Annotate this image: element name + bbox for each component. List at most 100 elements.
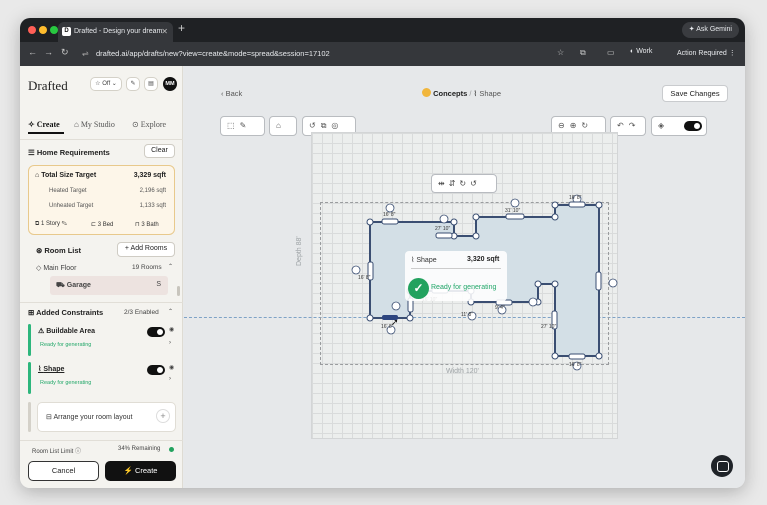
status-dot-icon [169, 447, 174, 452]
story-label: 1 Story [40, 221, 60, 227]
edit-pencil-icon[interactable]: ✎ [126, 77, 140, 91]
shape-popover-label: ⌇ Shape [411, 256, 437, 264]
room-list-limit[interactable]: Room List Limit ⓘ [32, 446, 81, 455]
arrange-text: Arrange your room layout [53, 414, 133, 421]
add-vertex-plus-icon[interactable] [608, 278, 618, 288]
buildable-status: Ready for generating [40, 342, 92, 348]
vertex-handle[interactable] [472, 232, 480, 240]
tab-bar: D Drafted - Design your dream ✕ + ✦ Ask … [20, 18, 745, 42]
avatar[interactable]: MM [163, 77, 177, 91]
garage-size[interactable]: S [156, 281, 161, 288]
add-vertex-plus-icon[interactable] [385, 203, 395, 213]
constraint-buildable-area[interactable]: ⚠ Buildable Area ◉ Ready for generating … [28, 324, 178, 356]
tab-explore[interactable]: ⊙ Explore [132, 120, 166, 129]
tab-create-label: Create [36, 120, 60, 129]
vertex-handle[interactable] [595, 352, 603, 360]
tab-close-icon[interactable]: ✕ [161, 22, 168, 42]
extensions-icon[interactable]: ⧉ [580, 48, 586, 58]
constraint-shape[interactable]: ⌇ Shape ◉ Ready for generating › [28, 362, 178, 394]
minimize-window-icon[interactable] [39, 26, 47, 34]
edge-handle[interactable] [595, 271, 602, 291]
vertex-handle[interactable] [595, 201, 603, 209]
profile-label: Work [636, 48, 653, 55]
close-window-icon[interactable] [28, 26, 36, 34]
bed-icon: ⊏ [91, 222, 98, 228]
shape-popover-text: Shape [416, 257, 437, 264]
vertex-handle[interactable] [406, 314, 414, 322]
site-info-icon[interactable]: ⇌ [82, 46, 89, 62]
chat-support-icon[interactable] [711, 455, 733, 477]
create-button[interactable]: ⚡ Create [105, 461, 176, 481]
visibility-eye-icon[interactable]: ◉ [169, 364, 174, 371]
expand-chevron-icon[interactable]: › [169, 376, 171, 382]
dim-label: 16' 8" [383, 212, 396, 218]
profile-chip[interactable]: ◐ Work [630, 48, 652, 55]
area-icon: ⚠ [38, 328, 47, 335]
size-target-card[interactable]: ⌂ Total Size Target 3,329 sqft Heated Ta… [28, 165, 175, 235]
edge-handle[interactable] [568, 201, 586, 208]
notes-icon[interactable]: ▤ [144, 77, 158, 91]
divider [20, 440, 183, 441]
visibility-eye-icon[interactable]: ◉ [169, 326, 174, 333]
edge-handle[interactable] [568, 353, 586, 360]
unheated-label: Unheated Target [49, 203, 94, 209]
add-vertex-plus-icon[interactable] [528, 297, 538, 307]
vertex-handle[interactable] [551, 352, 559, 360]
reload-icon[interactable]: ↻ [61, 47, 69, 58]
action-required-button[interactable]: Action Required ⋮ [672, 46, 741, 62]
vertex-handle[interactable] [551, 280, 559, 288]
arrange-room-layout-card[interactable]: ⊟ Arrange your room layout + [37, 402, 176, 432]
dim-label: 11' 8" [461, 312, 473, 318]
ask-gemini-button[interactable]: ✦ Ask Gemini [681, 22, 739, 38]
buildable-area-text: Buildable Area [46, 328, 95, 335]
vertex-handle[interactable] [366, 314, 374, 322]
vertex-handle[interactable] [472, 213, 480, 221]
collapse-chevron-icon[interactable]: ⌃ [168, 263, 173, 270]
add-vertex-plus-icon[interactable] [391, 301, 401, 311]
shape-toggle[interactable] [147, 365, 165, 375]
edge-handle[interactable] [435, 232, 453, 239]
edge-handle[interactable] [381, 218, 399, 225]
add-plus-icon[interactable]: + [156, 409, 170, 423]
bath-count[interactable]: ⊓ 3 Bath [135, 221, 159, 228]
maximize-window-icon[interactable] [50, 26, 58, 34]
sidebar-scrollbar[interactable] [177, 286, 180, 296]
add-rooms-button[interactable]: + Add Rooms [117, 242, 175, 257]
story-count[interactable]: ⧉ 1 Story ✎ [35, 221, 67, 228]
bookmark-star-icon[interactable]: ☆ [557, 48, 564, 57]
garage-label: ⛟ Garage [56, 281, 91, 290]
expand-chevron-icon[interactable]: › [169, 340, 171, 346]
vertex-handle[interactable] [534, 280, 542, 288]
new-tab-button[interactable]: + [178, 21, 185, 35]
added-constraints-label: Added Constraints [36, 308, 104, 317]
cancel-button[interactable]: Cancel [28, 461, 99, 481]
vertex-handle[interactable] [450, 218, 458, 226]
buildable-area-toggle[interactable] [147, 327, 165, 337]
url-field[interactable]: ⇌ drafted.ai/app/drafts/new?view=create&… [82, 46, 562, 62]
add-vertex-plus-icon[interactable] [510, 198, 520, 208]
tab-create[interactable]: ✧ Create [28, 120, 60, 129]
off-toggle-pill[interactable]: ☆ Off ⌄ [90, 77, 122, 91]
constraints-icon: ⊞ [28, 308, 37, 317]
add-vertex-plus-icon[interactable] [351, 265, 361, 275]
forward-arrow-icon[interactable]: → [44, 47, 53, 57]
sidepanel-icon[interactable]: ▭ [607, 48, 615, 57]
disabled-indicator [28, 402, 31, 432]
main-floor-label[interactable]: ◇ Main Floor [36, 264, 76, 272]
collapse-chevron-icon[interactable]: ⌃ [168, 308, 173, 315]
back-arrow-icon[interactable]: ← [28, 47, 37, 57]
create-tab-icon: ✧ [28, 120, 37, 129]
bed-count[interactable]: ⊏ 3 Bed [91, 221, 113, 228]
design-canvas[interactable]: ‹ Back Concepts / ⌇ Shape Save Changes ⬚… [184, 66, 745, 488]
tab-my-studio[interactable]: ⌂ My Studio [74, 120, 115, 129]
vertex-handle[interactable] [551, 213, 559, 221]
add-vertex-plus-icon[interactable] [439, 214, 449, 224]
drafted-logo[interactable]: Drafted [28, 78, 68, 94]
room-item-garage[interactable]: ⛟ Garage S [50, 276, 168, 295]
browser-tab[interactable]: D Drafted - Design your dream ✕ [58, 22, 173, 42]
vertex-handle[interactable] [551, 201, 559, 209]
edge-handle[interactable] [505, 213, 525, 220]
vertex-handle[interactable] [366, 218, 374, 226]
clear-button[interactable]: Clear [144, 144, 175, 158]
added-constraints-heading: ⊞ Added Constraints [28, 308, 103, 317]
